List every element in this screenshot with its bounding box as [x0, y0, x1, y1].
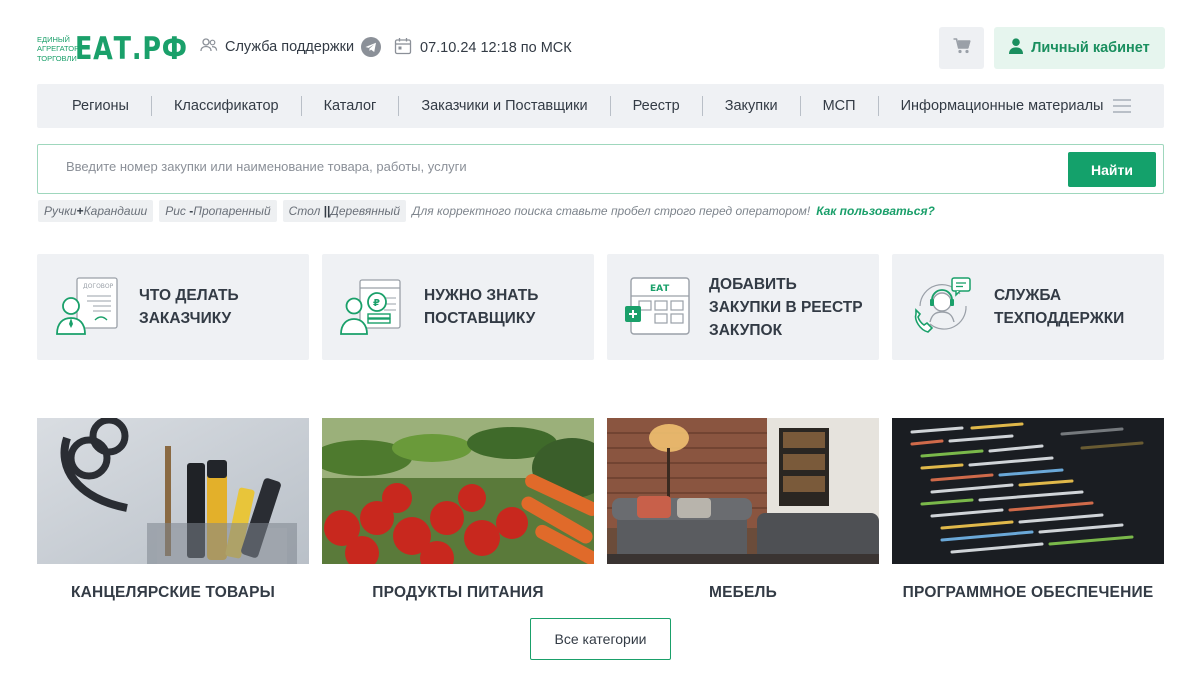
hint-term: Рис	[165, 204, 186, 218]
personal-cabinet-button[interactable]: Личный кабинет	[994, 27, 1165, 69]
support-link[interactable]: Служба поддержки	[200, 37, 382, 57]
find-button[interactable]: Найти	[1068, 152, 1156, 187]
feature-title: Добавить закупки в реестр закупок	[709, 273, 863, 342]
feature-title: Служба техподдержки	[994, 284, 1124, 330]
feature-card-supplier[interactable]: ₽ Нужно знать поставщику	[322, 254, 594, 360]
nav-item-info-materials[interactable]: Информационные материалы	[879, 98, 1126, 114]
personal-cabinet-label: Личный кабинет	[1031, 40, 1150, 56]
registry-icon-label: ЕАТ	[650, 284, 670, 294]
users-icon	[200, 38, 218, 56]
feature-title-line: Нужно знать	[424, 287, 539, 304]
nav-item-msp[interactable]: МСП	[801, 98, 878, 114]
hint-term: Карандаши	[83, 204, 148, 218]
contract-icon-label: ДОГОВОР	[83, 283, 114, 290]
category-label: Программное обеспечение	[902, 584, 1154, 601]
software-image	[892, 418, 1164, 564]
nav-item-registry[interactable]: Реестр	[611, 98, 702, 114]
hint-term: Пропаренный	[193, 204, 271, 218]
nav-item-purchases[interactable]: Закупки	[703, 98, 800, 114]
category-label: Канцелярские товары	[71, 584, 275, 601]
user-icon	[1009, 38, 1024, 58]
logo-tagline-line: Единый	[37, 34, 70, 44]
hint-operator: +	[76, 204, 84, 218]
search-hints: Ручки+Карандаши Рис -Пропаренный Стол ||…	[38, 200, 935, 222]
hint-term: Стол	[288, 204, 321, 218]
feature-title-line: заказчику	[139, 310, 232, 327]
hint-chip-minus[interactable]: Рис -Пропаренный	[159, 200, 277, 222]
logo-text: ЕАТ.РФ	[75, 31, 188, 67]
logo[interactable]: Единый агрегатор торговли ЕАТ.РФ	[37, 33, 213, 65]
server-datetime: 07.10.24 12:18 по МСК	[394, 37, 572, 59]
search-bar: Найти	[37, 144, 1164, 194]
hint-term: Деревянный	[330, 204, 401, 218]
food-image	[322, 418, 594, 564]
category-card-furniture[interactable]: Мебель	[607, 418, 879, 602]
hint-chip-or[interactable]: Стол ||Деревянный	[282, 200, 407, 222]
feature-title-line: техподдержки	[994, 310, 1125, 327]
datetime-text: 07.10.24 12:18 по МСК	[420, 40, 572, 56]
telegram-icon[interactable]	[361, 37, 382, 57]
main-nav: Регионы Классификатор Каталог Заказчики …	[37, 84, 1164, 128]
cart-icon	[953, 37, 971, 59]
furniture-image	[607, 418, 879, 564]
feature-title-line: Добавить	[709, 275, 797, 293]
logo-tagline-line: агрегатор	[37, 44, 80, 54]
category-label: Продукты питания	[372, 584, 544, 601]
feature-title-line: поставщику	[424, 310, 536, 327]
feature-card-add-purchases[interactable]: ЕАТ Добавить закупки в реестр закупок	[607, 254, 879, 360]
search-input[interactable]	[66, 159, 966, 174]
contract-user-icon: ДОГОВОР	[55, 276, 121, 336]
feature-title-line: закупок	[709, 321, 783, 339]
stationery-image	[37, 418, 309, 564]
logo-tagline: Единый агрегатор торговли	[37, 34, 80, 64]
category-card-software[interactable]: Программное обеспечение	[892, 418, 1164, 602]
nav-item-customers-suppliers[interactable]: Заказчики и Поставщики	[399, 98, 609, 114]
calendar-icon	[394, 37, 412, 59]
category-label: Мебель	[709, 584, 777, 601]
feature-title: Что делать заказчику	[139, 284, 239, 330]
tech-support-icon	[910, 276, 976, 336]
svg-text:₽: ₽	[373, 298, 380, 309]
all-categories-button[interactable]: Все категории	[530, 618, 671, 660]
feature-card-support[interactable]: Служба техподдержки	[892, 254, 1164, 360]
logo-tagline-line: торговли	[37, 53, 77, 63]
feature-title-line: Служба	[994, 287, 1062, 304]
add-registry-icon: ЕАТ	[625, 276, 691, 336]
cart-button[interactable]	[939, 27, 984, 69]
nav-item-catalog[interactable]: Каталог	[302, 98, 399, 114]
supplier-money-icon: ₽	[340, 276, 406, 336]
category-card-stationery[interactable]: Канцелярские товары	[37, 418, 309, 602]
feature-title-line: закупки в реестр	[709, 298, 863, 316]
hint-note: Для корректного поиска ставьте пробел ст…	[412, 204, 811, 218]
nav-item-regions[interactable]: Регионы	[37, 98, 151, 114]
nav-item-classifier[interactable]: Классификатор	[152, 98, 301, 114]
support-label: Служба поддержки	[225, 39, 355, 55]
how-to-use-link[interactable]: Как пользоваться?	[816, 204, 935, 218]
feature-card-customer[interactable]: ДОГОВОР Что делать заказчику	[37, 254, 309, 360]
menu-icon[interactable]	[1113, 99, 1131, 113]
feature-title-line: Что делать	[139, 287, 239, 304]
feature-title: Нужно знать поставщику	[424, 284, 538, 330]
hint-term: Ручки	[44, 204, 77, 218]
hint-chip-plus[interactable]: Ручки+Карандаши	[38, 200, 154, 222]
category-card-food[interactable]: Продукты питания	[322, 418, 594, 602]
